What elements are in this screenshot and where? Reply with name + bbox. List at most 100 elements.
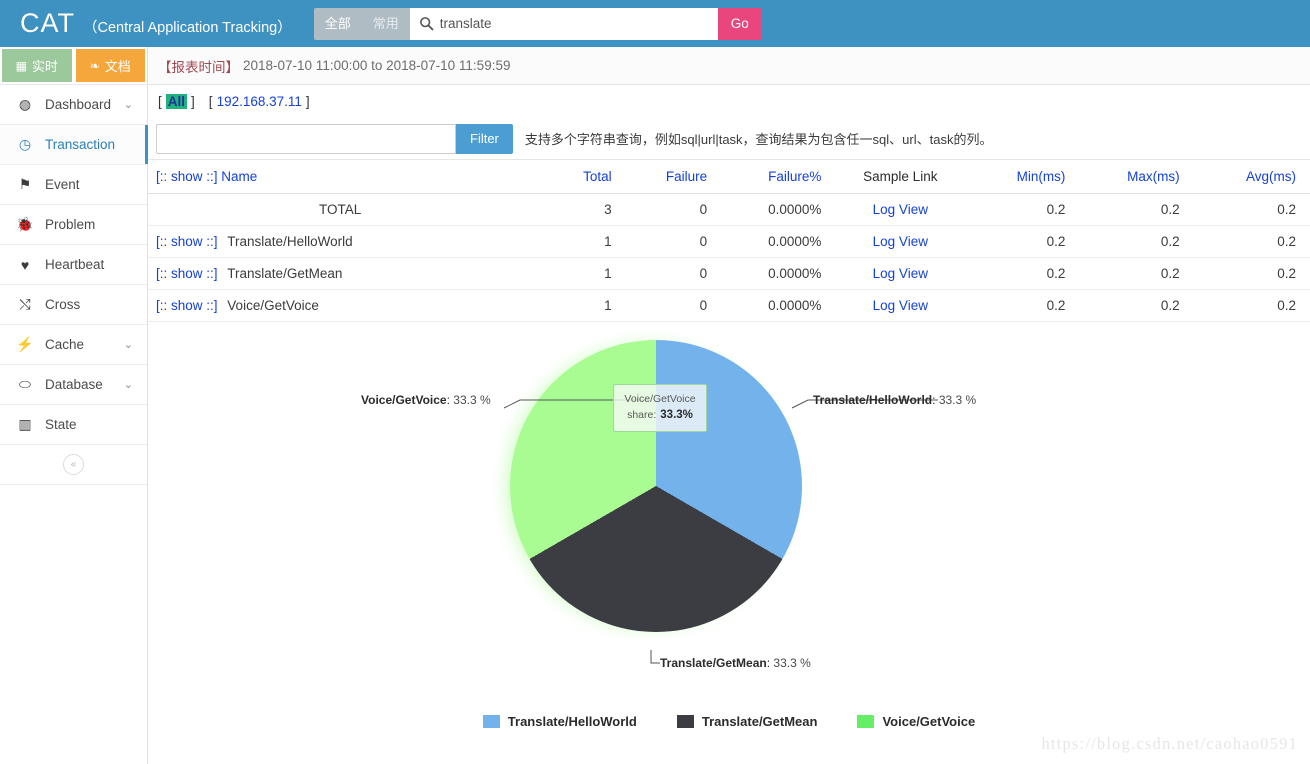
filter-input[interactable] — [156, 123, 456, 154]
chevron-down-icon: ⌄ — [123, 99, 133, 111]
filter-button[interactable]: Filter — [456, 123, 513, 154]
tooltip-metric-label: share: — [627, 409, 657, 422]
brand-subtitle: （Central Application Tracking） — [83, 20, 292, 36]
row-total: 1 — [532, 225, 626, 258]
sidebar-item-label: Problem — [45, 217, 96, 232]
column-header-sample-link: Sample Link — [835, 160, 966, 194]
sidebar-item-dashboard[interactable]: ◍ Dashboard ⌄ — [0, 85, 147, 125]
scope-tab-all[interactable]: 全部 — [314, 8, 362, 40]
brand-title: CAT — [20, 8, 75, 38]
pie-label-value: 33.3 % — [938, 393, 977, 407]
row-name-total: TOTAL — [148, 193, 533, 226]
sidebar-item-state[interactable]: ▥ State — [0, 405, 147, 445]
sidebar-item-label: Heartbeat — [45, 257, 105, 272]
host-filter-ip[interactable]: 192.168.37.11 — [217, 94, 302, 109]
sidebar-item-cross[interactable]: ⤭ Cross — [0, 285, 147, 325]
column-header-max[interactable]: Max(ms) — [1079, 160, 1194, 194]
row-max: 0.2 — [1079, 193, 1194, 226]
row-log-view-link[interactable]: Log View — [873, 298, 928, 313]
bolt-icon: ⚡ — [16, 336, 34, 352]
search-go-button[interactable]: Go — [717, 7, 762, 40]
barchart-icon: ▥ — [18, 416, 32, 432]
report-time-range: 2018-07-10 11:00:00 to 2018-07-10 11:59:… — [243, 58, 511, 73]
report-time-label: 【报表时间】 — [158, 59, 239, 75]
sidebar-item-database[interactable]: ⬭ Database ⌄ — [0, 365, 147, 405]
pie-label-voice-getvoice: Voice/GetVoice: 33.3 % — [361, 393, 491, 407]
scope-tab-common[interactable]: 常用 — [362, 8, 410, 40]
row-avg: 0.2 — [1193, 289, 1310, 322]
sidebar-item-label: State — [45, 417, 77, 432]
mode-live-label: 实时 — [31, 59, 58, 74]
row-show-link[interactable]: [:: show ::] — [156, 298, 218, 313]
row-failure: 0 — [625, 193, 722, 226]
bracket-close: ] — [191, 94, 195, 109]
search-scope-tabs: 全部 常用 — [313, 7, 410, 40]
sidebar-item-transaction[interactable]: ◷ Transaction — [0, 125, 148, 165]
column-header-total[interactable]: Total — [532, 160, 626, 194]
row-failure-pct: 0.0000% — [721, 289, 836, 322]
row-name: Translate/GetMean — [227, 266, 343, 281]
legend-label: Translate/HelloWorld — [507, 714, 637, 729]
legend-swatch-icon — [676, 715, 694, 728]
column-header-name[interactable]: [:: show ::] Name — [148, 160, 533, 194]
pie-label-translate-helloworld: Translate/HelloWorld: 33.3 % — [813, 393, 977, 407]
mode-button-doc[interactable]: ❧ 文档 — [75, 49, 145, 82]
report-time-row: 【报表时间】 2018-07-10 11:00:00 to 2018-07-10… — [148, 47, 1310, 85]
barchart-icon: ▦ — [15, 58, 27, 73]
table-row: [:: show ::] Translate/GetMean 1 0 0.000… — [148, 257, 1310, 290]
transaction-table: [:: show ::] Name Total Failure Failure%… — [148, 160, 1310, 322]
row-failure-pct: 0.0000% — [721, 257, 836, 290]
row-avg: 0.2 — [1193, 225, 1310, 258]
column-header-failure[interactable]: Failure — [625, 160, 722, 194]
row-show-link[interactable]: [:: show ::] — [156, 234, 218, 249]
dashboard-icon: ◍ — [18, 96, 32, 112]
chevron-down-icon: ⌄ — [123, 339, 133, 351]
row-failure: 0 — [625, 225, 722, 258]
global-search: 全部 常用 Go — [313, 7, 762, 40]
sidebar-item-cache[interactable]: ⚡ Cache ⌄ — [0, 325, 147, 365]
search-icon — [419, 16, 434, 30]
legend-item-translate-getmean[interactable]: Translate/GetMean — [676, 714, 817, 729]
sidebar-item-event[interactable]: ⚑ Event — [0, 165, 147, 205]
top-header-bar: CAT （Central Application Tracking） 全部 常用… — [0, 0, 1310, 47]
sidebar-item-problem[interactable]: 🐞 Problem — [0, 205, 147, 245]
pie-chart-area: Voice/GetVoice: 33.3 % Translate/HelloWo… — [148, 322, 1310, 762]
row-log-view-link[interactable]: Log View — [873, 234, 928, 249]
legend-swatch-icon — [857, 715, 875, 728]
collapse-sidebar-button[interactable]: « — [63, 454, 84, 475]
row-min: 0.2 — [965, 193, 1080, 226]
row-show-link[interactable]: [:: show ::] — [156, 266, 218, 281]
shuffle-icon: ⤭ — [19, 296, 31, 312]
bracket-close: ] — [305, 94, 310, 109]
table-row: TOTAL 3 0 0.0000% Log View 0.2 0.2 0.2 — [148, 193, 1310, 226]
sidebar: ▦ 实时 ❧ 文档 ◍ Dashboard ⌄ ◷ Transaction ⚑ … — [0, 47, 148, 764]
row-max: 0.2 — [1079, 257, 1194, 290]
row-total: 1 — [532, 257, 626, 290]
sidebar-collapse-row: « — [0, 445, 147, 485]
host-filter-all[interactable]: All — [165, 94, 188, 109]
column-header-failure-pct[interactable]: Failure% — [721, 160, 836, 194]
row-avg: 0.2 — [1193, 193, 1310, 226]
filter-hint-text: 支持多个字符串查询，例如sql|url|task，查询结果为包含任一sql、ur… — [524, 132, 993, 147]
legend-swatch-icon — [482, 715, 500, 728]
table-row: [:: show ::] Voice/GetVoice 1 0 0.0000% … — [148, 289, 1310, 322]
row-max: 0.2 — [1079, 225, 1194, 258]
row-name: Translate/HelloWorld — [227, 234, 353, 249]
legend-item-voice-getvoice[interactable]: Voice/GetVoice — [857, 714, 975, 729]
row-log-view-link[interactable]: Log View — [873, 202, 928, 217]
row-min: 0.2 — [965, 225, 1080, 258]
pie-label-translate-getmean: Translate/GetMean: 33.3 % — [660, 656, 811, 670]
mode-button-live[interactable]: ▦ 实时 — [2, 49, 72, 82]
row-min: 0.2 — [965, 289, 1080, 322]
search-input-wrapper — [409, 7, 718, 40]
column-header-min[interactable]: Min(ms) — [965, 160, 1080, 194]
legend-item-translate-helloworld[interactable]: Translate/HelloWorld — [482, 714, 637, 729]
sidebar-item-heartbeat[interactable]: ♥ Heartbeat — [0, 245, 147, 285]
row-avg: 0.2 — [1193, 257, 1310, 290]
pie-label-value: 33.3 % — [453, 393, 491, 407]
bug-icon: 🐞 — [16, 216, 34, 232]
row-log-view-link[interactable]: Log View — [873, 266, 928, 281]
column-header-avg[interactable]: Avg(ms) — [1193, 160, 1310, 194]
search-input[interactable] — [409, 16, 718, 31]
sidebar-item-label: Dashboard — [45, 97, 112, 112]
